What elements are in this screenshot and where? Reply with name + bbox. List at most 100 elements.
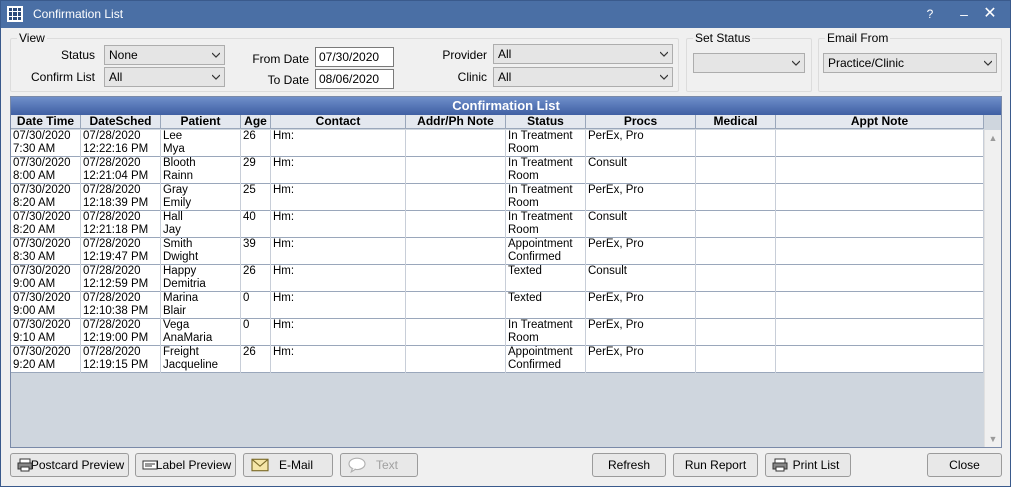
contact-cell: Hm:: [271, 184, 406, 211]
email-button[interactable]: E-Mail: [243, 453, 333, 477]
medical-cell: [696, 184, 776, 211]
clinic-dropdown-value: All: [498, 70, 512, 84]
appt-note-cell: [776, 184, 984, 211]
table-row[interactable]: 07/30/2020 9:00 AM 07/28/2020 12:10:38 PM Ma…: [11, 292, 984, 319]
chevron-down-icon: [792, 60, 800, 66]
patient-cell: Blooth Rainn: [161, 157, 241, 184]
column-header[interactable]: Patient: [161, 115, 241, 129]
label-preview-button[interactable]: Label Preview: [135, 453, 236, 477]
window-title: Confirmation List: [33, 7, 124, 21]
date-sched-cell-line: 12:18:39 PM: [83, 197, 149, 209]
procs-cell-line: PerEx, Pro: [588, 292, 644, 304]
age-cell-line: 0: [243, 292, 250, 304]
status-dropdown[interactable]: None: [104, 45, 225, 65]
column-header[interactable]: Contact: [271, 115, 406, 129]
table-row[interactable]: 07/30/2020 8:20 AM 07/28/2020 12:18:39 PM Gr…: [11, 184, 984, 211]
medical-cell: [696, 157, 776, 184]
table-row[interactable]: 07/30/2020 8:30 AM 07/28/2020 12:19:47 PM Sm…: [11, 238, 984, 265]
refresh-button[interactable]: Refresh: [592, 453, 666, 477]
date-time-cell: 07/30/2020 9:20 AM: [11, 346, 81, 373]
status-cell: Appointment Confirmed: [506, 238, 586, 265]
column-header[interactable]: Procs: [586, 115, 696, 129]
column-header[interactable]: Status: [506, 115, 586, 129]
from-date-input[interactable]: 07/30/2020: [315, 47, 394, 67]
procs-cell: Consult: [586, 211, 696, 238]
confirm-list-dropdown[interactable]: All: [104, 67, 225, 87]
email-label: E-Mail: [278, 458, 313, 472]
date-sched-cell: 07/28/2020 12:19:15 PM: [81, 346, 161, 373]
appt-note-cell: [776, 130, 984, 157]
procs-cell: Consult: [586, 157, 696, 184]
procs-cell: PerEx, Pro: [586, 292, 696, 319]
to-date-input[interactable]: 08/06/2020: [315, 69, 394, 89]
contact-cell-line: Hm:: [273, 292, 295, 304]
vertical-scrollbar[interactable]: ▲ ▼: [984, 130, 1001, 447]
table-row[interactable]: 07/30/2020 9:20 AM 07/28/2020 12:19:15 PM Fr…: [11, 346, 984, 373]
column-header[interactable]: Date Time: [11, 115, 81, 129]
minimize-button[interactable]: –: [951, 3, 977, 25]
date-time-cell: 07/30/2020 8:20 AM: [11, 211, 81, 238]
addr-note-cell: [406, 238, 506, 265]
date-sched-cell-line: 07/28/2020: [83, 265, 141, 277]
status-cell-line: Confirmed: [508, 251, 562, 263]
date-sched-cell-line: 07/28/2020: [83, 211, 141, 223]
patient-cell-line: Marina: [163, 292, 199, 304]
column-header[interactable]: DateSched: [81, 115, 161, 129]
set-status-dropdown[interactable]: [693, 53, 805, 73]
age-cell-line: 26: [243, 265, 256, 277]
appt-note-cell: [776, 157, 984, 184]
help-button[interactable]: ?: [917, 3, 943, 25]
run-report-button[interactable]: Run Report: [673, 453, 758, 477]
email-from-dropdown[interactable]: Practice/Clinic: [823, 53, 997, 73]
status-cell-line: Confirmed: [508, 359, 562, 371]
column-header[interactable]: Medical: [696, 115, 776, 129]
patient-cell-line: Blair: [163, 305, 187, 317]
addr-note-cell: [406, 292, 506, 319]
status-cell: In Treatment Room: [506, 130, 586, 157]
print-list-button[interactable]: Print List: [765, 453, 851, 477]
clinic-label: Clinic: [457, 70, 487, 84]
provider-dropdown[interactable]: All: [493, 44, 673, 64]
column-header[interactable]: Appt Note: [776, 115, 984, 129]
date-sched-cell-line: 07/28/2020: [83, 130, 141, 142]
table-row[interactable]: 07/30/2020 7:30 AM 07/28/2020 12:22:16 PM Le…: [11, 130, 984, 157]
patient-cell: Lee Mya: [161, 130, 241, 157]
table-row[interactable]: 07/30/2020 8:00 AM 07/28/2020 12:21:04 PM Bl…: [11, 157, 984, 184]
table-row[interactable]: 07/30/2020 9:00 AM 07/28/2020 12:12:59 PM Ha…: [11, 265, 984, 292]
status-cell: In Treatment Room: [506, 319, 586, 346]
scroll-up-icon[interactable]: ▲: [988, 134, 998, 143]
patient-cell: Vega AnaMaria: [161, 319, 241, 346]
date-time-cell-line: 8:00 AM: [13, 170, 56, 182]
procs-cell-line: Consult: [588, 157, 627, 169]
date-time-cell-line: 07/30/2020: [13, 184, 71, 196]
text-button[interactable]: Text: [340, 453, 418, 477]
patient-cell: Freight Jacqueline: [161, 346, 241, 373]
date-sched-cell: 07/28/2020 12:12:59 PM: [81, 265, 161, 292]
close-window-button[interactable]: ✕: [977, 3, 1003, 25]
column-header[interactable]: Addr/Ph Note: [406, 115, 506, 129]
status-cell-line: Room: [508, 197, 539, 209]
addr-note-cell: [406, 211, 506, 238]
age-cell-line: 25: [243, 184, 256, 196]
date-sched-cell-line: 07/28/2020: [83, 184, 141, 196]
patient-cell-line: AnaMaria: [163, 332, 213, 344]
close-button[interactable]: Close: [927, 453, 1002, 477]
scroll-down-icon[interactable]: ▼: [988, 435, 998, 444]
age-cell: 0: [241, 319, 271, 346]
status-cell-line: In Treatment: [508, 319, 573, 331]
date-sched-cell: 07/28/2020 12:22:16 PM: [81, 130, 161, 157]
status-cell-line: Texted: [508, 292, 542, 304]
patient-cell-line: Rainn: [163, 170, 194, 182]
status-cell: In Treatment Room: [506, 184, 586, 211]
age-cell: 26: [241, 346, 271, 373]
speech-bubble-icon: [348, 457, 366, 473]
table-row[interactable]: 07/30/2020 8:20 AM 07/28/2020 12:21:18 PM Ha…: [11, 211, 984, 238]
clinic-dropdown[interactable]: All: [493, 67, 673, 87]
status-cell-line: Appointment: [508, 346, 573, 358]
patient-cell-line: Lee: [163, 130, 183, 142]
column-header[interactable]: Age: [241, 115, 271, 129]
chevron-down-icon: [212, 74, 220, 80]
table-row[interactable]: 07/30/2020 9:10 AM 07/28/2020 12:19:00 PM Ve…: [11, 319, 984, 346]
postcard-preview-button[interactable]: Postcard Preview: [10, 453, 129, 477]
date-time-cell-line: 9:00 AM: [13, 278, 56, 290]
